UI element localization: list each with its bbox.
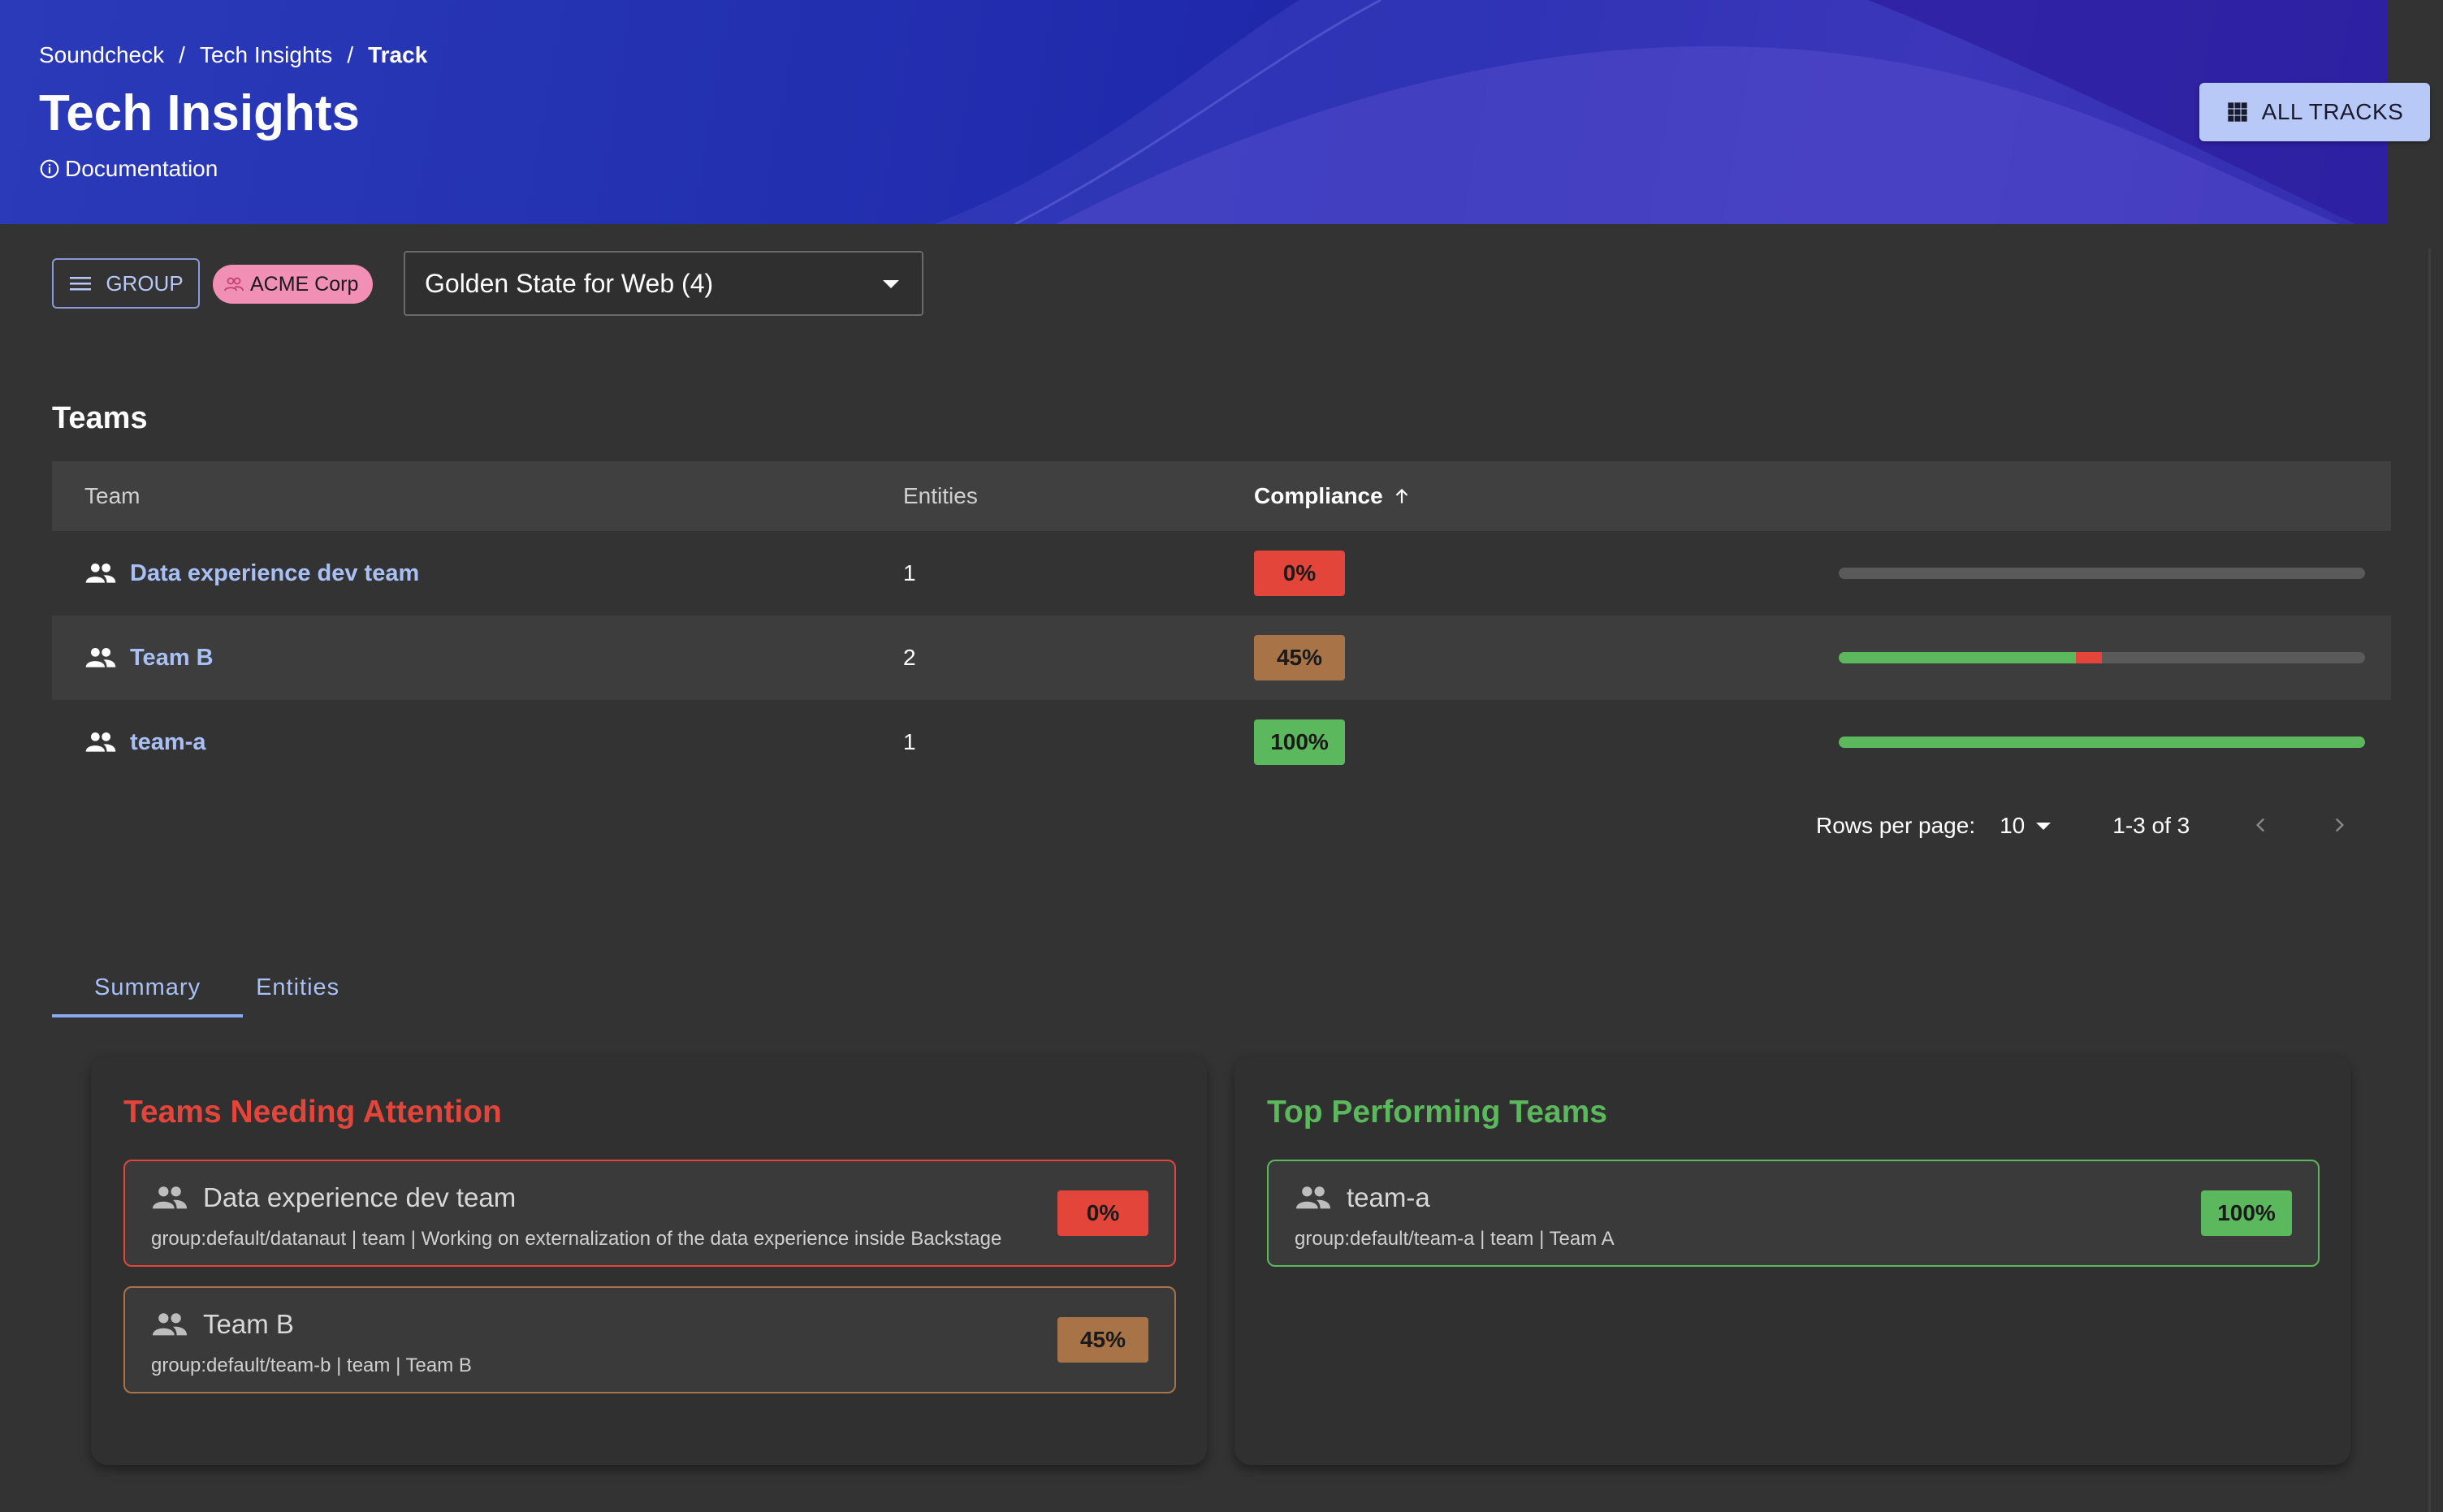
column-header-team[interactable]: Team (84, 483, 140, 509)
scrollbar-track[interactable] (2428, 248, 2431, 1512)
table-row: team-a 1 100% (52, 700, 2391, 784)
pagination-range: 1-3 of 3 (2112, 813, 2190, 838)
compliance-progress-bar (1839, 737, 2365, 748)
team-card-meta: group:default/datanaut | team | Working … (151, 1228, 1002, 1250)
teams-needing-attention-panel: Teams Needing Attention Data experience … (91, 1056, 1207, 1465)
entity-count: 1 (903, 560, 916, 585)
grid-icon (2228, 102, 2247, 122)
tab-summary[interactable]: Summary (52, 963, 244, 1017)
column-header-entities[interactable]: Entities (903, 483, 978, 509)
breadcrumb-separator: / (179, 42, 185, 67)
compliance-badge: 45% (1057, 1317, 1148, 1363)
column-header-compliance-label: Compliance (1254, 483, 1383, 508)
rows-per-page-value: 10 (2000, 813, 2026, 838)
team-card-name-row: team-a (1295, 1182, 1430, 1213)
dropdown-caret-icon (883, 280, 899, 288)
people-icon (152, 1186, 188, 1209)
attention-team-card[interactable]: Team B group:default/team-b | team | Tea… (123, 1286, 1176, 1393)
sort-ascending-arrow-icon (1395, 488, 1407, 503)
compliance-badge: 0% (1254, 551, 1345, 596)
top-performing-teams-title: Top Performing Teams (1267, 1095, 1607, 1130)
table-pagination: Rows per page: 10 1-3 of 3 (1816, 809, 2355, 843)
team-link[interactable]: Data experience dev team (84, 560, 419, 587)
column-header-compliance[interactable]: Compliance (1254, 483, 1412, 509)
tab-entities[interactable]: Entities (243, 963, 382, 1017)
summary-tabs: Summary Entities (52, 963, 382, 1017)
team-card-name: Team B (203, 1309, 294, 1339)
people-icon (152, 1313, 188, 1336)
compliance-badge: 45% (1254, 635, 1345, 680)
group-label: GROUP (106, 270, 184, 296)
progress-fail-segment (2075, 652, 2102, 663)
compliance-badge: 100% (1254, 719, 1345, 765)
compliance-progress-bar (1839, 652, 2365, 663)
previous-page-button[interactable] (2245, 809, 2277, 843)
people-icon (1295, 1186, 1331, 1209)
top-performing-teams-panel: Top Performing Teams team-a group:defaul… (1234, 1056, 2350, 1465)
menu-icon (70, 277, 92, 291)
dropdown-caret-icon (2036, 822, 2052, 830)
teams-section-title: Teams (52, 401, 148, 435)
team-link[interactable]: team-a (84, 729, 206, 756)
documentation-link[interactable]: Documentation (39, 156, 218, 182)
page-header: Soundcheck / Tech Insights / Track Tech … (0, 0, 2388, 224)
team-card-meta: group:default/team-a | team | Team A (1295, 1228, 1615, 1250)
team-card-name: team-a (1347, 1182, 1430, 1212)
table-row: Data experience dev team 1 0% (52, 531, 2391, 616)
table-row: Team B 2 45% (52, 616, 2391, 700)
team-link[interactable]: Team B (84, 645, 214, 672)
attention-team-card[interactable]: Data experience dev team group:default/d… (123, 1160, 1176, 1267)
compliance-badge: 0% (1057, 1190, 1148, 1236)
rows-per-page-select[interactable]: 10 (2000, 813, 2052, 839)
team-card-name-row: Team B (151, 1309, 294, 1340)
chevron-left-icon (2256, 818, 2265, 832)
group-button[interactable]: GROUP (52, 258, 200, 309)
entity-count: 2 (903, 645, 916, 670)
breadcrumb-separator: / (347, 42, 354, 67)
compliance-badge: 100% (2201, 1190, 2292, 1236)
entity-count: 1 (903, 729, 916, 754)
team-name: team-a (130, 728, 206, 755)
team-name: Team B (130, 644, 214, 671)
people-icon (85, 648, 116, 667)
teams-needing-attention-title: Teams Needing Attention (123, 1095, 502, 1130)
breadcrumb-tech-insights[interactable]: Tech Insights (200, 42, 332, 68)
chevron-right-icon (2336, 818, 2345, 832)
documentation-label: Documentation (65, 156, 218, 181)
team-card-name: Data experience dev team (203, 1182, 517, 1212)
teams-table: Team Entities Compliance Data experience… (52, 461, 2391, 784)
top-team-card[interactable]: team-a group:default/team-a | team | Tea… (1267, 1160, 2320, 1267)
track-select[interactable]: Golden State for Web (4) (404, 251, 923, 316)
track-select-value: Golden State for Web (4) (425, 268, 714, 298)
next-page-button[interactable] (2323, 809, 2355, 843)
breadcrumb-track: Track (368, 42, 428, 67)
rows-per-page-label: Rows per page: (1816, 813, 1976, 838)
all-tracks-label: ALL TRACKS (2261, 99, 2404, 124)
breadcrumb: Soundcheck / Tech Insights / Track (39, 42, 427, 68)
progress-pass-segment (1839, 737, 2365, 748)
page-title: Tech Insights (39, 85, 361, 141)
breadcrumb-soundcheck[interactable]: Soundcheck (39, 42, 164, 68)
group-chip[interactable]: ACME Corp (213, 265, 374, 304)
team-name: Data experience dev team (130, 559, 420, 586)
team-card-name-row: Data experience dev team (151, 1182, 516, 1213)
info-icon (40, 159, 59, 179)
people-icon (85, 732, 116, 752)
teams-table-header: Team Entities Compliance (52, 461, 2391, 531)
compliance-progress-bar (1839, 568, 2365, 579)
people-icon (224, 277, 244, 292)
progress-pass-segment (1839, 652, 2076, 663)
team-card-meta: group:default/team-b | team | Team B (151, 1354, 472, 1376)
all-tracks-button[interactable]: ALL TRACKS (2199, 83, 2430, 141)
people-icon (85, 564, 116, 583)
group-chip-label: ACME Corp (250, 272, 359, 296)
